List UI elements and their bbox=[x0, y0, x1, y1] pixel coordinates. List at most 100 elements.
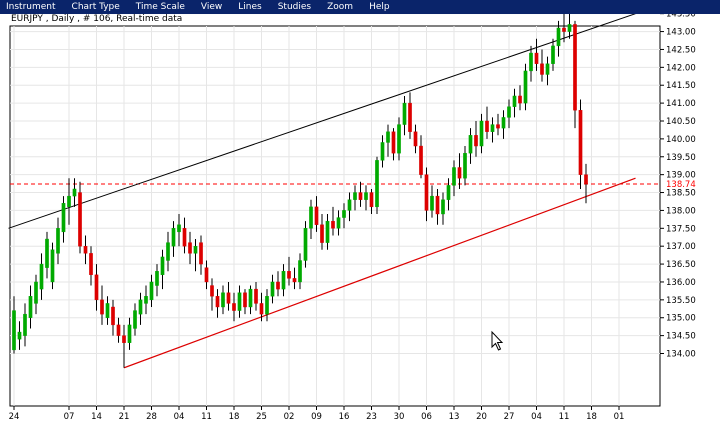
candlestick-chart[interactable]: 134.00 134.50 135.00 135.50 136.00 136.50 137.… bbox=[0, 14, 720, 422]
x-tick-label: 06 bbox=[421, 412, 432, 422]
plot-area-border bbox=[9, 25, 661, 407]
x-tick-label: 27 bbox=[504, 412, 515, 422]
candle-body bbox=[34, 281, 38, 304]
candle-body bbox=[386, 131, 390, 143]
candle-body bbox=[133, 310, 137, 329]
y-tick-label: 134.00 bbox=[666, 350, 696, 360]
x-tick-label: 18 bbox=[229, 412, 240, 422]
candle-body bbox=[556, 27, 561, 47]
candle-body bbox=[325, 220, 330, 243]
candle-body bbox=[188, 242, 192, 254]
chart-application: Instrument Chart Type Time Scale View Li… bbox=[0, 0, 720, 422]
candle-body bbox=[17, 331, 22, 340]
menu-help[interactable]: Help bbox=[361, 0, 398, 14]
y-tick-label: 141.00 bbox=[666, 99, 696, 109]
candle-body bbox=[534, 52, 539, 64]
menu-view[interactable]: View bbox=[193, 0, 230, 14]
candle-body bbox=[243, 292, 247, 308]
candle-body bbox=[419, 145, 423, 175]
y-tick-label: 142.50 bbox=[666, 45, 696, 55]
candle-body bbox=[578, 110, 583, 175]
candle-body bbox=[446, 185, 451, 200]
candle-body bbox=[479, 120, 484, 147]
x-tick-label: 07 bbox=[64, 412, 75, 422]
candle-body bbox=[28, 296, 33, 318]
candle-body bbox=[529, 52, 533, 72]
candle-body bbox=[314, 206, 319, 225]
candle-body bbox=[501, 117, 506, 129]
candle-body bbox=[160, 256, 165, 276]
candle-body bbox=[232, 303, 236, 311]
candle-body bbox=[78, 192, 82, 247]
x-axis: 24 07 14 21 28 04 11 18 25 02 09 16 23 30 06 13 20 27 04 11… bbox=[9, 406, 624, 422]
candle-body bbox=[391, 131, 396, 154]
x-tick-label: 30 bbox=[394, 412, 405, 422]
x-tick-label: 25 bbox=[256, 412, 267, 422]
candle-body bbox=[518, 95, 522, 104]
candle-body bbox=[298, 260, 302, 283]
x-tick-label: 02 bbox=[284, 412, 295, 422]
y-tick-label: 141.50 bbox=[666, 81, 696, 91]
candle-body bbox=[199, 242, 203, 265]
candle-body bbox=[523, 70, 528, 104]
y-tick-label: 137.00 bbox=[666, 242, 696, 252]
candle-body bbox=[375, 160, 379, 208]
x-tick-label: 24 bbox=[9, 412, 20, 422]
y-tick-label: 134.50 bbox=[666, 332, 696, 342]
y-tick-label: 138.50 bbox=[666, 189, 696, 199]
x-tick-label: 09 bbox=[311, 412, 322, 422]
menu-zoom[interactable]: Zoom bbox=[319, 0, 361, 14]
x-tick-label: 14 bbox=[91, 412, 102, 422]
candle-body bbox=[39, 263, 44, 290]
y-tick-label: 135.00 bbox=[666, 314, 696, 324]
candle-body bbox=[265, 296, 269, 315]
x-tick-label: 11 bbox=[559, 412, 570, 422]
menu-time-scale[interactable]: Time Scale bbox=[128, 0, 193, 14]
candle-body bbox=[111, 306, 115, 326]
y-tick-label: 138.00 bbox=[666, 206, 696, 216]
menu-studies[interactable]: Studies bbox=[270, 0, 319, 14]
candle-body bbox=[122, 335, 126, 343]
candle-body bbox=[94, 274, 99, 301]
candle-body bbox=[430, 195, 434, 211]
candle-body bbox=[551, 45, 555, 64]
candle-body bbox=[457, 167, 462, 179]
candle-body bbox=[584, 174, 588, 185]
candle-body bbox=[567, 24, 572, 32]
x-tick-label: 04 bbox=[531, 412, 542, 422]
menu-lines[interactable]: Lines bbox=[230, 0, 269, 14]
x-tick-label: 16 bbox=[339, 412, 350, 422]
candle-body bbox=[342, 210, 346, 218]
candle-body bbox=[573, 24, 577, 111]
candle-body bbox=[397, 124, 401, 154]
candle-body bbox=[138, 299, 143, 315]
candle-body bbox=[309, 206, 313, 229]
candle-body bbox=[45, 238, 49, 268]
y-tick-label: 140.00 bbox=[666, 135, 696, 145]
menu-chart-type[interactable]: Chart Type bbox=[64, 0, 128, 14]
x-tick-label: 20 bbox=[476, 412, 487, 422]
candle-body bbox=[149, 281, 154, 301]
candle bbox=[303, 221, 308, 268]
candle-body bbox=[364, 192, 368, 200]
last-price-label: 138.74 bbox=[666, 180, 696, 190]
candle-body bbox=[276, 281, 280, 290]
menu-instrument[interactable]: Instrument bbox=[0, 0, 64, 14]
candle-body bbox=[408, 102, 412, 132]
y-tick-label: 136.50 bbox=[666, 260, 696, 270]
candle-body bbox=[270, 281, 275, 297]
y-tick-label: 142.00 bbox=[666, 63, 696, 73]
candle-body bbox=[89, 253, 93, 276]
candle-body bbox=[210, 285, 214, 297]
candle-body bbox=[237, 292, 242, 311]
candle-body bbox=[435, 195, 440, 215]
candle-body bbox=[61, 203, 66, 233]
candle-body bbox=[320, 224, 324, 243]
candle-body bbox=[177, 224, 181, 233]
candle-body bbox=[452, 167, 456, 186]
candle-body bbox=[540, 63, 544, 75]
chart-panel[interactable]: 134.00 134.50 135.00 135.50 136.00 136.50 137.… bbox=[0, 14, 720, 422]
candle-body bbox=[281, 271, 286, 290]
candle-body bbox=[331, 220, 335, 229]
candle-body bbox=[496, 124, 500, 129]
